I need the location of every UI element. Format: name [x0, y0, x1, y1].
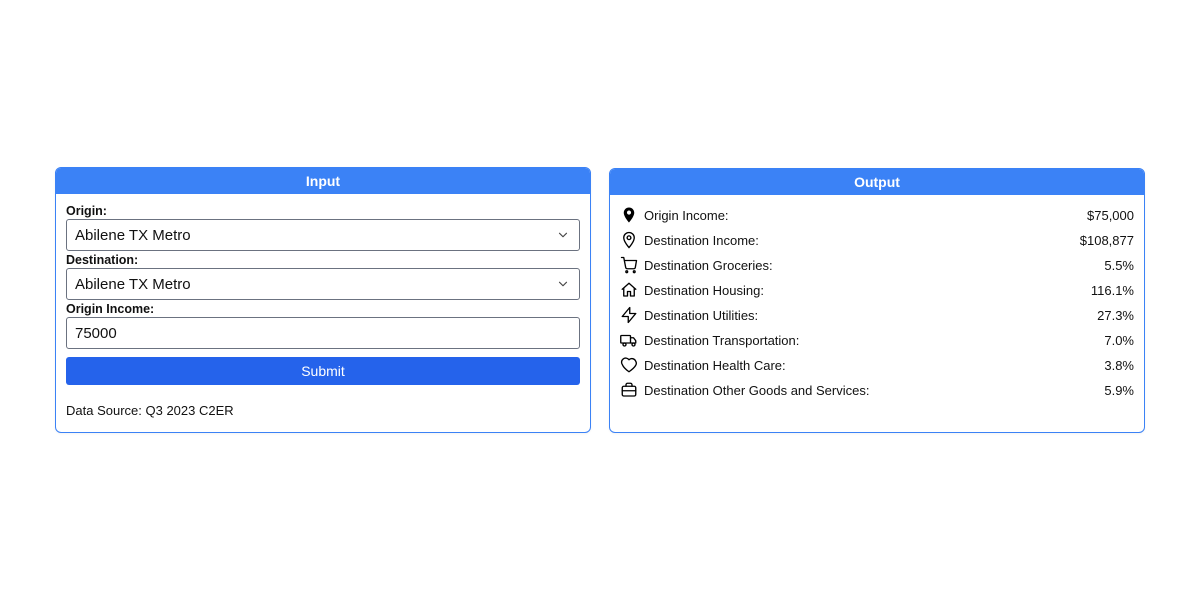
- output-row: Destination Transportation: 7.0%: [620, 328, 1134, 353]
- output-row-label: Destination Utilities:: [644, 308, 758, 323]
- output-row: Destination Utilities: 27.3%: [620, 303, 1134, 328]
- home-icon: [620, 281, 644, 299]
- output-row-label: Destination Income:: [644, 233, 759, 248]
- bolt-icon: [620, 306, 644, 324]
- output-row-label: Destination Health Care:: [644, 358, 786, 373]
- origin-income-label: Origin Income:: [66, 302, 580, 316]
- destination-select-wrap: [66, 268, 580, 300]
- output-row-value: $108,877: [1080, 233, 1134, 248]
- output-row-value: $75,000: [1087, 208, 1134, 223]
- output-row-value: 116.1%: [1091, 283, 1134, 298]
- truck-icon: [620, 331, 644, 349]
- cart-icon: [620, 256, 644, 274]
- output-row-value: 3.8%: [1104, 358, 1134, 373]
- submit-button[interactable]: Submit: [66, 357, 580, 385]
- origin-select-wrap: [66, 219, 580, 251]
- output-panel-body: Origin Income: $75,000 Destination Income:…: [610, 195, 1144, 417]
- input-panel-header: Input: [56, 168, 590, 194]
- output-row-label: Destination Other Goods and Services:: [644, 383, 869, 398]
- destination-label: Destination:: [66, 253, 580, 267]
- output-row-value: 5.9%: [1104, 383, 1134, 398]
- output-row: Origin Income: $75,000: [620, 203, 1134, 228]
- output-panel-header: Output: [610, 169, 1144, 195]
- origin-select[interactable]: [66, 219, 580, 251]
- input-panel-body: Origin: Destination: Origin Income: Subm…: [56, 194, 590, 432]
- output-row-label: Origin Income:: [644, 208, 729, 223]
- output-row-value: 27.3%: [1097, 308, 1134, 323]
- origin-income-input[interactable]: [66, 317, 580, 349]
- output-row: Destination Income: $108,877: [620, 228, 1134, 253]
- output-row: Destination Housing: 116.1%: [620, 278, 1134, 303]
- map-pin-filled-icon: [620, 206, 644, 224]
- output-row: Destination Health Care: 3.8%: [620, 353, 1134, 378]
- output-row-label: Destination Groceries:: [644, 258, 773, 273]
- output-row-value: 5.5%: [1104, 258, 1134, 273]
- destination-select[interactable]: [66, 268, 580, 300]
- output-row: Destination Other Goods and Services: 5.9…: [620, 378, 1134, 403]
- input-panel: Input Origin: Destination: Origin Income…: [55, 167, 591, 433]
- briefcase-icon: [620, 381, 644, 399]
- data-source-text: Data Source: Q3 2023 C2ER: [66, 403, 580, 418]
- output-row: Destination Groceries: 5.5%: [620, 253, 1134, 278]
- output-panel: Output Origin Income: $75,000 Destination …: [609, 168, 1145, 433]
- map-pin-outline-icon: [620, 231, 644, 249]
- output-row-value: 7.0%: [1104, 333, 1134, 348]
- origin-label: Origin:: [66, 204, 580, 218]
- output-row-label: Destination Transportation:: [644, 333, 799, 348]
- heart-icon: [620, 356, 644, 374]
- output-row-label: Destination Housing:: [644, 283, 764, 298]
